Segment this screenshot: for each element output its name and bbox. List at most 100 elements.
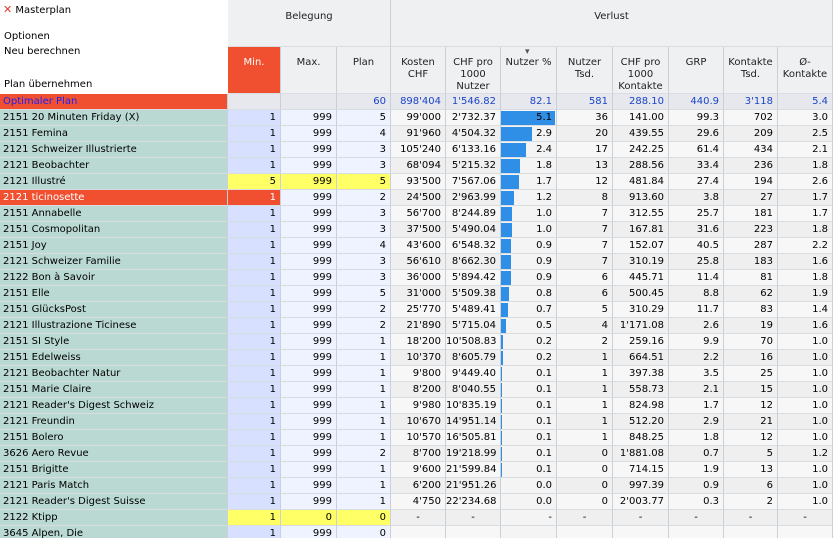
title-name-cell[interactable]: 2151 Marie Claire [0,382,228,398]
kosten-header[interactable]: Kosten CHF [391,47,446,94]
chf-per-user-header[interactable]: CHF pro 1000 Nutzer [446,47,501,94]
title-name-cell[interactable]: 2121 Beobachter [0,158,228,174]
avg-contacts-header[interactable]: Ø-Kontakte [778,47,833,94]
min-cell[interactable]: 1 [228,302,281,318]
apply-plan-menu-item[interactable]: Plan übernehmen [4,79,92,90]
title-name-cell[interactable]: 2121 Beobachter Natur [0,366,228,382]
plan-cell[interactable]: 2 [337,190,391,206]
min-cell[interactable]: 1 [228,382,281,398]
max-cell[interactable]: 999 [281,286,337,302]
max-cell[interactable]: 999 [281,222,337,238]
plan-cell[interactable]: 3 [337,142,391,158]
min-cell[interactable]: 1 [228,270,281,286]
plan-cell[interactable]: 1 [337,398,391,414]
title-name-cell[interactable]: 2121 Schweizer Illustrierte [0,142,228,158]
plan-cell[interactable]: 4 [337,126,391,142]
min-cell[interactable]: 1 [228,366,281,382]
plan-cell[interactable]: 3 [337,158,391,174]
title-name-cell[interactable]: 2151 Cosmopolitan [0,222,228,238]
masterplan-menu[interactable]: ✕ Masterplan [3,3,71,16]
min-cell[interactable]: 1 [228,350,281,366]
title-name-cell[interactable]: 3626 Aero Revue [0,446,228,462]
title-name-cell[interactable]: 2122 Bon à Savoir [0,270,228,286]
close-icon[interactable]: ✕ [3,3,12,16]
min-cell[interactable]: 1 [228,238,281,254]
plan-cell[interactable]: 2 [337,302,391,318]
max-cell[interactable]: 999 [281,142,337,158]
chf-per-contact-header[interactable]: CHF pro 1000 Kontakte [613,47,669,94]
min-cell[interactable]: 1 [228,222,281,238]
max-cell[interactable]: 999 [281,414,337,430]
recalculate-menu-item[interactable]: Neu berechnen [4,46,80,57]
min-cell[interactable]: 1 [228,398,281,414]
max-cell[interactable]: 999 [281,430,337,446]
min-cell[interactable]: 1 [228,206,281,222]
plan-cell[interactable]: 1 [337,334,391,350]
title-name-cell[interactable]: 2151 GlücksPost [0,302,228,318]
plan-cell[interactable]: 3 [337,206,391,222]
plan-cell[interactable]: 5 [337,174,391,190]
title-name-cell[interactable]: 2121 Freundin [0,414,228,430]
title-name-cell[interactable]: 2151 Edelweiss [0,350,228,366]
users-tsd-header[interactable]: Nutzer Tsd. [557,47,613,94]
max-cell[interactable]: 999 [281,110,337,126]
min-cell[interactable]: 1 [228,334,281,350]
title-name-cell[interactable]: 2151 Bolero [0,430,228,446]
title-name-cell[interactable]: 2121 Reader's Digest Schweiz [0,398,228,414]
plan-cell[interactable]: 5 [337,110,391,126]
min-cell[interactable]: 1 [228,510,281,526]
max-cell[interactable]: 999 [281,254,337,270]
users-pct-header[interactable]: Nutzer % ▾ [501,47,557,94]
title-name-cell[interactable]: 2151 Joy [0,238,228,254]
min-cell[interactable]: 5 [228,174,281,190]
max-cell[interactable]: 999 [281,174,337,190]
grp-header[interactable]: GRP [669,47,724,94]
min-cell[interactable]: 1 [228,526,281,538]
max-cell[interactable]: 999 [281,126,337,142]
plan-cell[interactable]: 0 [337,510,391,526]
min-cell[interactable]: 1 [228,430,281,446]
min-cell[interactable]: 1 [228,478,281,494]
max-cell[interactable]: 999 [281,190,337,206]
plan-cell[interactable]: 3 [337,254,391,270]
title-name-cell[interactable]: 2121 ticinosette [0,190,228,206]
max-cell[interactable]: 999 [281,238,337,254]
min-cell[interactable]: 1 [228,254,281,270]
max-cell[interactable]: 999 [281,318,337,334]
max-cell[interactable]: 999 [281,206,337,222]
min-cell[interactable]: 1 [228,142,281,158]
min-cell[interactable]: 1 [228,286,281,302]
plan-header[interactable]: Plan [337,47,391,94]
max-cell[interactable]: 999 [281,478,337,494]
max-cell[interactable]: 999 [281,398,337,414]
title-name-cell[interactable]: 2151 Elle [0,286,228,302]
title-name-cell[interactable]: 3645 Alpen, Die [0,526,228,538]
title-name-cell[interactable]: 2121 Reader's Digest Suisse [0,494,228,510]
min-cell[interactable]: 1 [228,494,281,510]
plan-cell[interactable]: 2 [337,318,391,334]
title-name-cell[interactable]: 2121 Paris Match [0,478,228,494]
title-name-cell[interactable]: 2151 SI Style [0,334,228,350]
title-name-cell[interactable]: 2121 Illustrazione Ticinese [0,318,228,334]
plan-cell[interactable]: 1 [337,350,391,366]
plan-cell[interactable]: 1 [337,382,391,398]
max-cell[interactable]: 999 [281,334,337,350]
max-cell[interactable]: 999 [281,366,337,382]
plan-cell[interactable]: 4 [337,238,391,254]
min-header[interactable]: Min. [228,47,281,94]
contacts-tsd-header[interactable]: Kontakte Tsd. [724,47,778,94]
max-cell[interactable]: 999 [281,446,337,462]
title-name-cell[interactable]: 2151 Femina [0,126,228,142]
optimal-plan-row-label[interactable]: Optimaler Plan [0,94,228,110]
plan-cell[interactable]: 1 [337,414,391,430]
max-cell[interactable]: 999 [281,382,337,398]
min-cell[interactable]: 1 [228,318,281,334]
plan-cell[interactable]: 1 [337,430,391,446]
plan-cell[interactable]: 1 [337,494,391,510]
min-cell[interactable]: 1 [228,446,281,462]
max-cell[interactable]: 999 [281,158,337,174]
title-name-cell[interactable]: 2121 Schweizer Familie [0,254,228,270]
plan-cell[interactable]: 1 [337,462,391,478]
min-cell[interactable]: 1 [228,190,281,206]
plan-cell[interactable]: 2 [337,446,391,462]
